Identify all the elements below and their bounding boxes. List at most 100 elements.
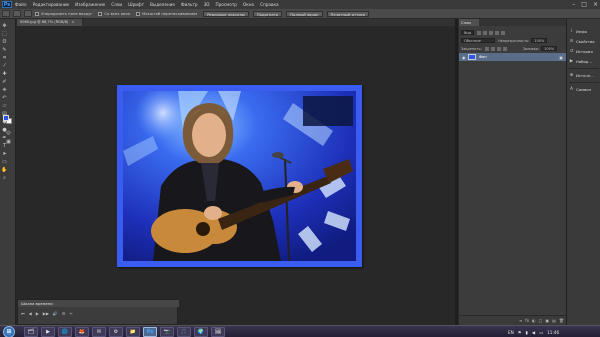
actual-pixels-button[interactable]: Реальные пикселы [203,10,249,17]
adjustment-layer-icon[interactable]: ◐ [532,318,536,323]
menu-select[interactable]: Выделение [150,2,175,7]
panel-actions[interactable]: ▶ Набор... [569,57,600,65]
link-layers-icon[interactable]: ∞ [519,318,522,323]
shape-tool-icon[interactable]: ▭ [1,159,8,166]
menu-type[interactable]: Шрифт [128,2,144,7]
menu-edit[interactable]: Редактирование [33,2,70,7]
print-size-button[interactable]: Печатный оттиск [326,10,370,17]
menu-help[interactable]: Справка [260,2,278,7]
taskbar-app-media-icon[interactable]: ▶ [41,327,55,337]
new-layer-icon[interactable]: ▤ [552,318,556,323]
fill-field[interactable]: 100% [541,46,558,51]
language-indicator[interactable]: EN [508,330,514,335]
clock[interactable]: 11:46 [547,330,559,335]
photoshop-logo-icon: Ps [2,1,12,8]
layer-style-icon[interactable]: fx [525,318,529,323]
taskbar-app-mail-icon[interactable]: ✉ [92,327,106,337]
menu-window[interactable]: Окно [243,2,254,7]
eraser-tool-icon[interactable]: ▱ [1,103,8,110]
taskbar-app-explorer-icon[interactable]: 🗂 [24,327,38,337]
path-select-tool-icon[interactable]: ➤ [1,151,8,158]
document-tab[interactable]: 0060.jpg @ 66,7% (RGB/8) × [17,19,83,26]
start-button[interactable]: ⊞ [3,326,15,337]
panel-info[interactable]: i Инфо [569,27,600,35]
history-brush-tool-icon[interactable]: ↶ [1,95,8,102]
lasso-tool-icon[interactable]: ʘ [1,39,8,46]
resize-windows-checkbox[interactable]: Упорядочить поле вокруг [35,11,92,16]
zoom-all-windows-checkbox[interactable]: Со всех окон [98,11,130,16]
brush-tool-icon[interactable]: ✐ [1,79,8,86]
panel-history[interactable]: ↺ История [569,47,600,55]
zoom-in-icon[interactable] [13,10,21,17]
prev-frame-icon[interactable]: ◀ [29,311,32,316]
split-icon[interactable]: ✂ [70,311,73,316]
settings-icon[interactable]: ⚙ [62,311,66,316]
panel-character[interactable]: A Символ [569,85,600,93]
delete-layer-icon[interactable]: 🗑 [559,318,564,323]
play-icon[interactable]: ▶ [36,311,39,316]
taskbar-app-folder-icon[interactable]: 📁 [126,327,140,337]
move-tool-icon[interactable]: ✥ [1,23,8,30]
hand-tool-icon[interactable]: ✋ [1,167,8,174]
quick-select-tool-icon[interactable]: ✎ [1,47,8,54]
add-mask-icon[interactable]: ▢ [539,318,543,323]
zoom-out-icon[interactable] [24,10,32,17]
eyedropper-tool-icon[interactable]: ⁄ [1,63,8,70]
audio-icon[interactable]: 🔊 [53,311,58,316]
menu-filter[interactable]: Фильтр [181,2,198,7]
stamp-tool-icon[interactable]: ⎈ [1,87,8,94]
taskbar-app-browser-icon[interactable]: 🌐 [58,327,72,337]
close-tab-icon[interactable]: × [72,20,75,24]
lock-move-icon[interactable] [496,46,501,51]
filter-kind-select[interactable]: Вид [461,30,475,35]
menu-view[interactable]: Просмотр [215,2,237,7]
tab-layers[interactable]: Слои [459,19,479,26]
flag-icon[interactable]: ⚑ [518,330,522,335]
healing-tool-icon[interactable]: ✚ [1,71,8,78]
fit-screen-button[interactable]: Подогнать [252,10,283,17]
maximize-button[interactable]: □ [581,1,587,8]
filter-type-icon[interactable] [489,30,494,35]
quick-mask-icon[interactable]: ◎ [5,130,12,137]
screen-mode-icon[interactable]: ▣ [5,139,12,146]
zoom-tool-icon[interactable] [2,10,10,17]
panel-properties[interactable]: ≡ Свойства [569,37,600,45]
panel-clone-source[interactable]: ⊕ Источн... [569,71,600,79]
minimize-button[interactable]: – [572,1,575,8]
filter-adjust-icon[interactable] [483,30,488,35]
menu-file[interactable]: Файл [15,2,27,7]
menu-image[interactable]: Изображение [75,2,105,7]
menu-layers[interactable]: Слои [111,2,122,7]
crop-tool-icon[interactable]: ⌗ [1,55,8,62]
network-icon[interactable]: ▮ [526,330,528,335]
volume-icon[interactable]: ◀ [532,330,535,335]
next-frame-icon[interactable]: ▶▶ [43,311,49,316]
document-image[interactable] [117,85,362,267]
menu-3d[interactable]: 3D [204,2,210,7]
lock-pixels-icon[interactable] [484,46,489,51]
first-frame-icon[interactable]: ⏮ [21,311,25,316]
layer-row-background[interactable]: ◉ Фон ▣ [459,53,567,61]
taskbar-app-firefox-icon[interactable]: 🦊 [75,327,89,337]
taskbar-app-settings-icon[interactable]: ⚙ [109,327,123,337]
taskbar-app-camera-icon[interactable]: 📷 [160,327,174,337]
taskbar-app-globe-icon[interactable]: 🌍 [194,327,208,337]
taskbar-app-music-icon[interactable]: 🎵 [177,327,191,337]
foreground-color-swatch[interactable] [3,115,9,121]
filter-shape-icon[interactable] [495,30,500,35]
close-button[interactable]: × [593,1,598,8]
lock-paint-icon[interactable] [490,46,495,51]
taskbar-app-photoshop-icon[interactable]: Ps [143,327,157,337]
marquee-tool-icon[interactable]: ⬚ [1,31,8,38]
blend-mode-select[interactable]: Обычные [461,38,495,43]
opacity-field[interactable]: 100% [531,38,548,43]
filter-smart-icon[interactable] [501,30,506,35]
new-group-icon[interactable]: ▣ [545,318,549,323]
filter-pixel-icon[interactable] [477,30,482,35]
zoom-tool-side-icon[interactable]: ⌕ [1,175,8,182]
taskbar-app-viewer-icon[interactable]: 🖼 [211,327,225,337]
scrubby-zoom-checkbox[interactable]: Масштаб перетаскиванием [136,11,197,16]
power-icon[interactable]: ▭ [539,330,543,335]
fill-screen-button[interactable]: Полный экран [286,10,323,17]
lock-all-icon[interactable] [502,46,507,51]
